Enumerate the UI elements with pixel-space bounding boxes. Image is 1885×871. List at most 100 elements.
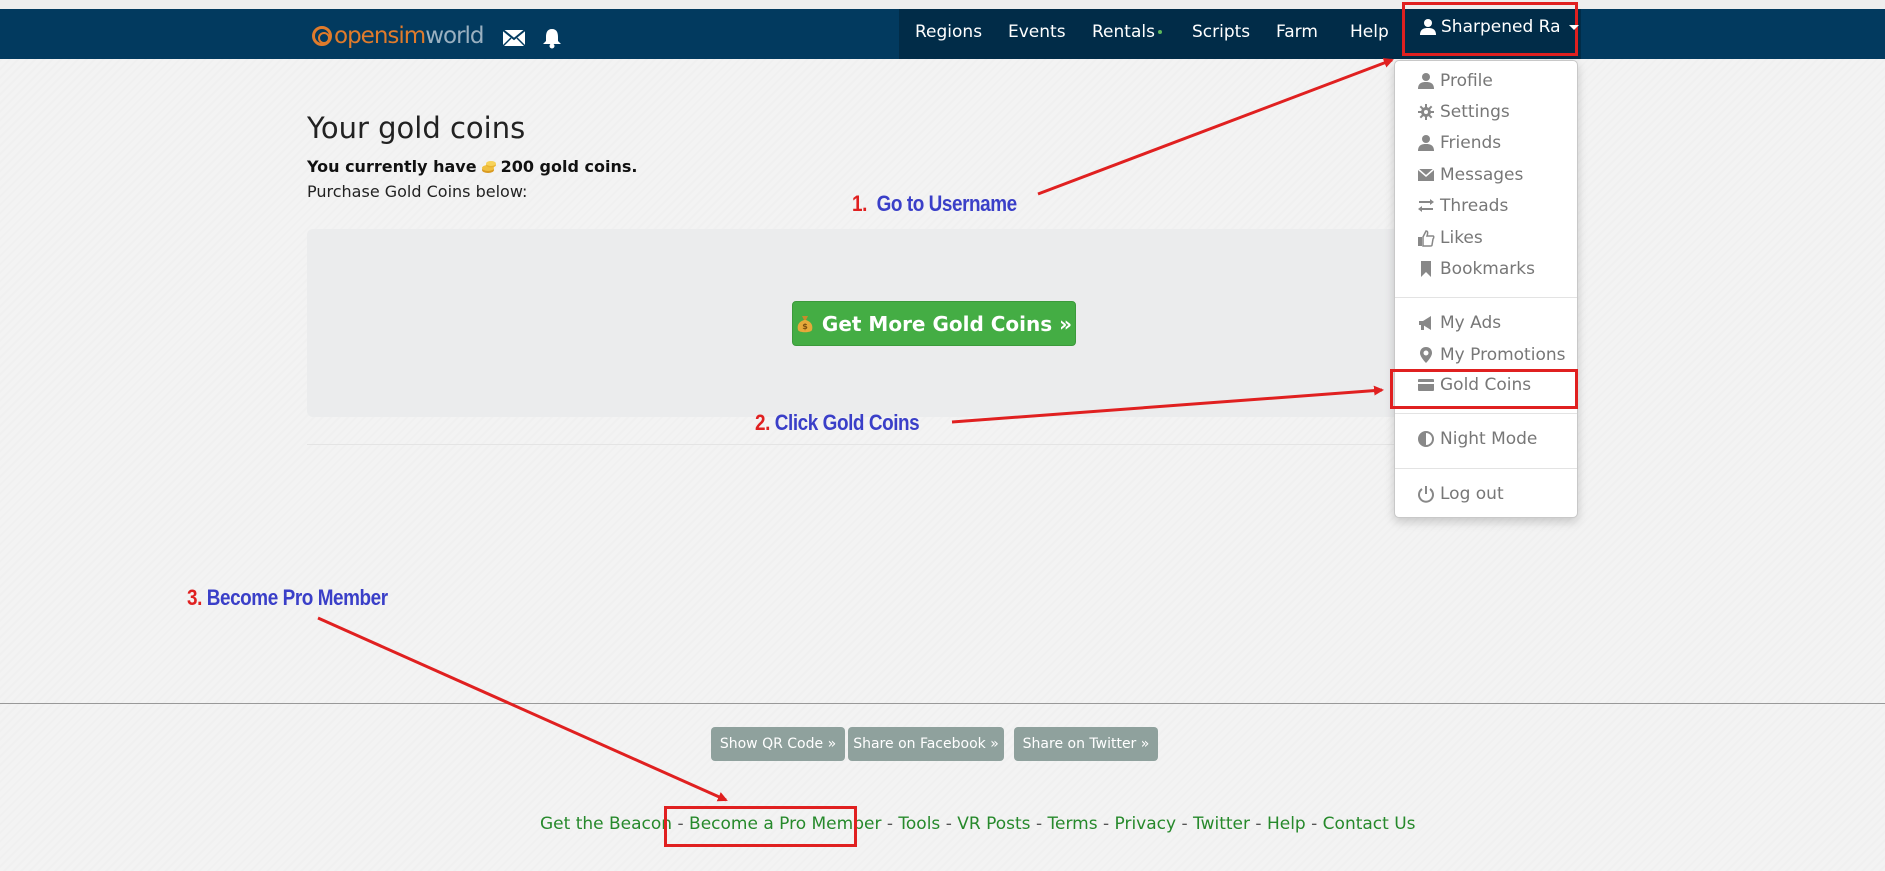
dropdown-friends[interactable]: Friends [1417, 133, 1501, 153]
footer-separator: - [1255, 814, 1262, 834]
share-facebook-button[interactable]: Share on Facebook » [848, 727, 1004, 761]
gear-icon [1418, 104, 1434, 120]
logo-text-part2: world [425, 23, 484, 49]
footer-separator: - [1181, 814, 1188, 834]
dropdown-my-ads[interactable]: My Ads [1417, 313, 1501, 333]
dropdown-bookmarks[interactable]: Bookmarks [1417, 259, 1535, 279]
user-dropdown-menu: Profile Settings Friends Messages Thread… [1394, 60, 1578, 518]
footer-separator: - [945, 814, 952, 834]
power-icon [1418, 486, 1434, 503]
content-divider [307, 444, 1407, 445]
nav-farm[interactable]: Farm [1276, 22, 1318, 42]
dropdown-threads-label: Threads [1440, 196, 1509, 216]
get-more-gold-coins-button[interactable]: $ Get More Gold Coins » [792, 301, 1076, 346]
gold-coin-icon [481, 159, 497, 175]
footer-link-privacy[interactable]: Privacy [1115, 814, 1177, 834]
annotation-step-2: 2. Click Gold Coins [755, 410, 920, 436]
rentals-indicator-dot [1157, 30, 1162, 34]
bell-icon[interactable] [540, 27, 564, 49]
nav-regions[interactable]: Regions [915, 22, 982, 42]
dropdown-friends-label: Friends [1440, 133, 1502, 153]
footer-link-terms[interactable]: Terms [1047, 814, 1097, 834]
annotation-step-1-number: 1. [852, 191, 867, 216]
annotation-step-1-text: Go to Username [876, 191, 1018, 216]
nav-events[interactable]: Events [1008, 22, 1066, 42]
caret-down-icon [1568, 24, 1579, 30]
dropdown-likes[interactable]: Likes [1417, 228, 1483, 248]
envelope-icon [1417, 168, 1435, 181]
footer-link-help[interactable]: Help [1267, 814, 1306, 834]
user-icon [1418, 135, 1434, 151]
get-more-gold-coins-label: Get More Gold Coins » [821, 311, 1073, 336]
dropdown-divider [1395, 468, 1577, 469]
purchase-instructions: Purchase Gold Coins below: [307, 182, 528, 201]
dropdown-log-out[interactable]: Log out [1417, 484, 1504, 504]
logo-text-part1: opensim [334, 23, 426, 49]
footer-link-vr-posts[interactable]: VR Posts [957, 814, 1030, 834]
gold-coins-highlight-box [1390, 369, 1578, 409]
dropdown-messages-label: Messages [1440, 165, 1524, 185]
dropdown-settings[interactable]: Settings [1417, 102, 1510, 122]
swap-arrows-icon [1418, 199, 1434, 212]
arrow-to-username [1037, 58, 1394, 196]
footer-separator: - [1311, 814, 1318, 834]
browser-top-strip [0, 0, 1885, 9]
user-name: Sharpened Ra [1441, 17, 1561, 37]
nav-rentals[interactable]: Rentals [1092, 22, 1162, 42]
logo-mark-icon [312, 26, 332, 46]
dropdown-profile-label: Profile [1440, 71, 1493, 91]
page-title: Your gold coins [307, 111, 526, 145]
svg-text:$: $ [802, 322, 808, 331]
user-icon [1420, 19, 1436, 35]
footer-link-contact-us[interactable]: Contact Us [1323, 814, 1416, 834]
user-icon [1418, 73, 1434, 89]
dropdown-likes-label: Likes [1440, 228, 1483, 248]
dropdown-settings-label: Settings [1440, 102, 1510, 122]
coin-balance-amount: 200 gold coins. [500, 157, 638, 176]
coin-balance: You currently have 200 gold coins. [307, 157, 637, 176]
footer-link-twitter[interactable]: Twitter [1193, 814, 1250, 834]
footer-separator: - [886, 814, 893, 834]
footer-link-tools[interactable]: Tools [898, 814, 940, 834]
footer-link-get-the-beacon[interactable]: Get the Beacon [540, 814, 672, 834]
annotation-step-3-text: Become Pro Member [206, 585, 388, 610]
annotation-step-3-number: 3. [187, 585, 202, 610]
dropdown-my-ads-label: My Ads [1440, 313, 1502, 333]
envelope-icon[interactable] [502, 27, 526, 49]
dropdown-my-promotions[interactable]: My Promotions [1417, 345, 1565, 365]
footer-separator: - [1102, 814, 1110, 834]
dropdown-profile[interactable]: Profile [1417, 71, 1493, 91]
user-menu-button[interactable]: Sharpened Ra [1402, 2, 1579, 56]
dropdown-my-promotions-label: My Promotions [1440, 345, 1566, 365]
site-logo[interactable]: opensimworld [312, 22, 485, 50]
pro-member-highlight-box [664, 806, 857, 847]
coin-balance-prefix: You currently have [307, 157, 477, 176]
navbar: opensimworld Regions Events Rentals Scri… [0, 9, 1885, 59]
nav-rentals-label: Rentals [1092, 22, 1155, 42]
annotation-step-2-number: 2. [755, 410, 770, 435]
dropdown-log-out-label: Log out [1440, 484, 1504, 504]
contrast-icon [1418, 431, 1434, 447]
dropdown-divider [1395, 297, 1577, 298]
share-twitter-button[interactable]: Share on Twitter » [1014, 727, 1158, 761]
dropdown-messages[interactable]: Messages [1417, 165, 1523, 185]
nav-scripts[interactable]: Scripts [1192, 22, 1250, 42]
annotation-step-2-text: Click Gold Coins [774, 410, 920, 435]
dropdown-threads[interactable]: Threads [1417, 196, 1508, 216]
footer-separator: - [1035, 814, 1043, 834]
nav-help[interactable]: Help [1350, 22, 1389, 42]
bookmark-icon [1421, 261, 1431, 277]
dropdown-night-mode-label: Night Mode [1440, 429, 1538, 449]
footer-divider [0, 703, 1885, 704]
thumbs-up-icon [1418, 230, 1435, 247]
annotation-step-1: 1. Go to Username [852, 191, 1017, 217]
dropdown-divider [1395, 413, 1577, 414]
dropdown-bookmarks-label: Bookmarks [1440, 259, 1535, 279]
dropdown-night-mode[interactable]: Night Mode [1417, 429, 1537, 449]
annotation-step-3: 3. Become Pro Member [187, 585, 388, 611]
arrow-to-pro-member [317, 616, 728, 802]
megaphone-icon [1419, 316, 1431, 330]
money-bag-icon: $ [796, 314, 814, 334]
show-qr-code-button[interactable]: Show QR Code » [711, 727, 845, 761]
map-pin-icon [1420, 347, 1432, 363]
